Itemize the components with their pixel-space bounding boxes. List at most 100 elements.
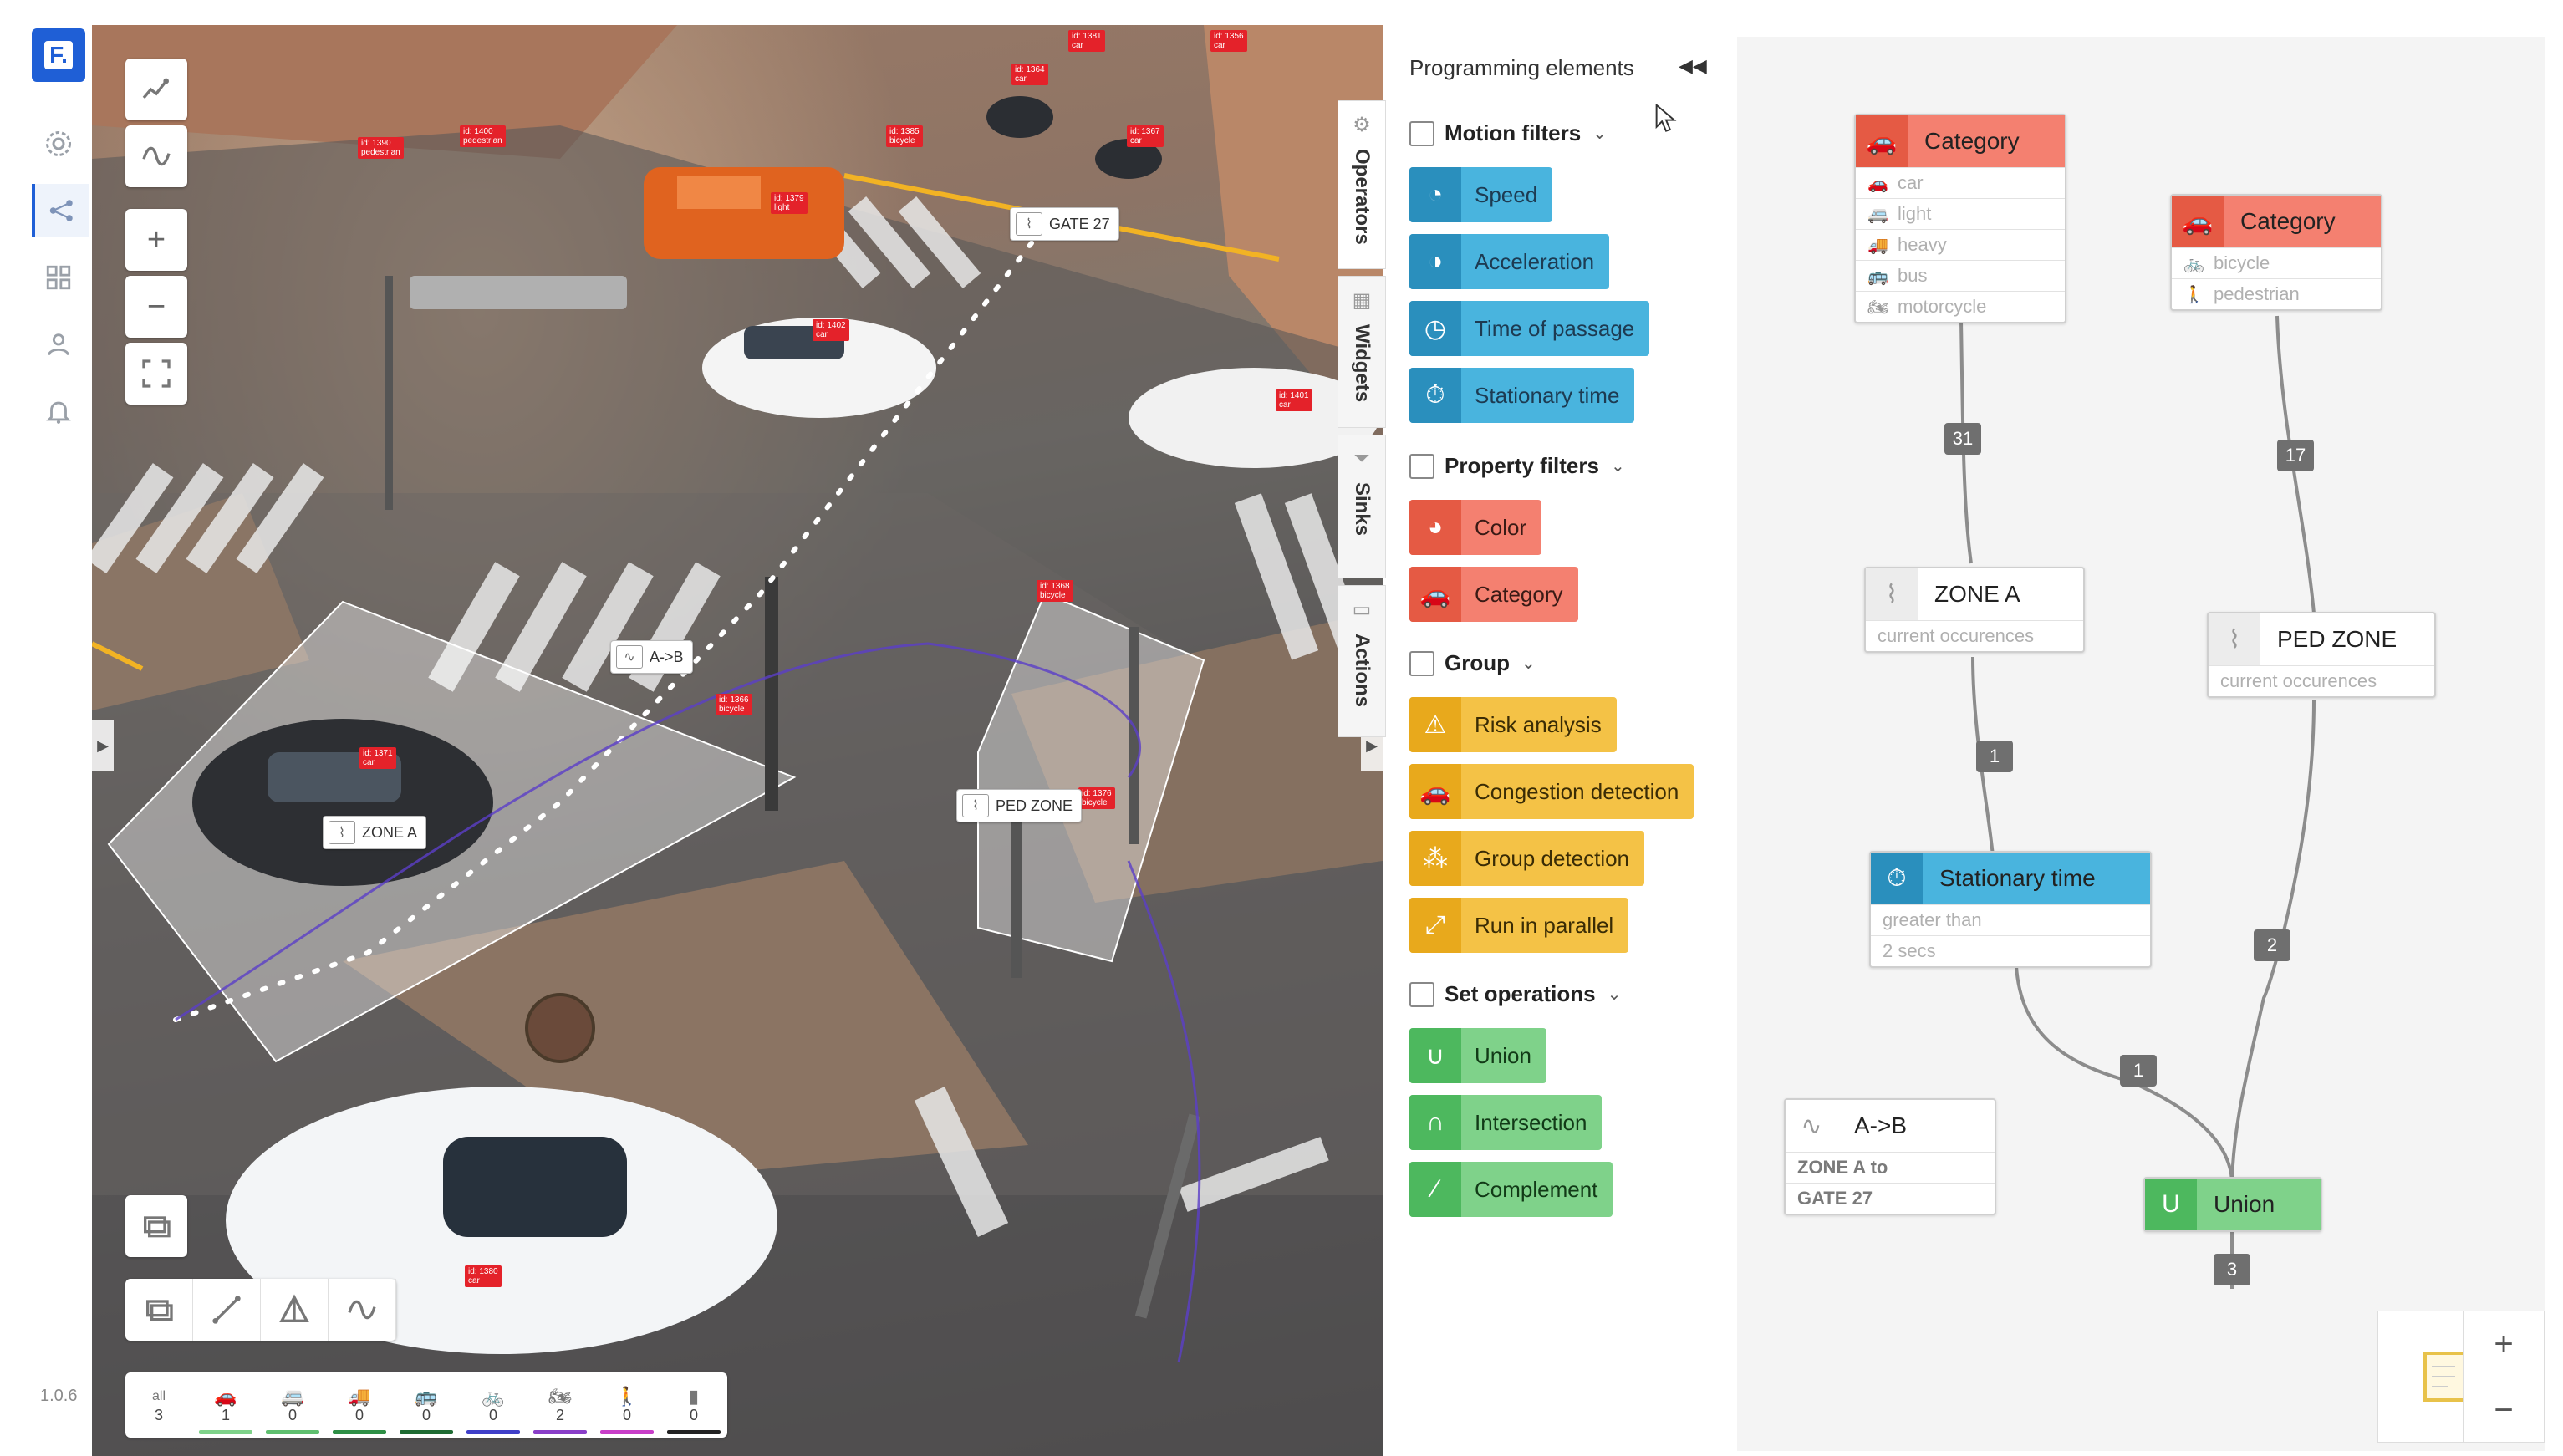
tab-sinks[interactable]: ⏷ Sinks (1338, 435, 1386, 578)
graph-zoom-in-button[interactable]: + (2464, 1311, 2544, 1377)
pedestrian-icon: 🚶 (2183, 285, 2204, 304)
object-tag[interactable]: id: 1376 bicycle (1078, 787, 1115, 809)
video-view[interactable]: id: 1390 pedestrian id: 1400 pedestrian … (92, 25, 1383, 1456)
object-tag[interactable]: id: 1400 pedestrian (460, 125, 506, 147)
object-tag[interactable]: id: 1385 bicycle (886, 125, 923, 147)
edge-count-badge: 1 (1976, 741, 2013, 772)
expand-left-arrow[interactable]: ▶ (92, 720, 114, 771)
object-tag[interactable]: id: 1380 car (465, 1265, 502, 1287)
zone-label-ab[interactable]: ∿ A->B (610, 640, 693, 674)
curve-tool-button[interactable] (125, 125, 187, 187)
object-tag[interactable]: id: 1367 car (1127, 125, 1164, 147)
tab-widgets[interactable]: ▦ Widgets (1338, 276, 1386, 428)
monitor-icon: ▭ (1352, 598, 1372, 621)
element-risk-analysis[interactable]: ⚠ Risk analysis (1409, 697, 1617, 752)
element-complement[interactable]: ⁄ Complement (1409, 1162, 1613, 1217)
element-speed[interactable]: ◔ Speed (1409, 167, 1553, 222)
graph-icon[interactable] (32, 184, 89, 237)
count-truck[interactable]: 🚚 0 (326, 1372, 393, 1438)
object-tag[interactable]: id: 1368 bicycle (1037, 580, 1073, 602)
edge-count-badge: 1 (2120, 1055, 2157, 1087)
node-row: 🚗 car (1856, 167, 2065, 198)
zoom-in-button[interactable]: + (125, 209, 187, 271)
node-zone-a[interactable]: ⌇ ZONE A current occurences (1864, 567, 2085, 653)
group-group[interactable]: Group ⌄ (1409, 650, 1536, 676)
app-logo[interactable]: F. (32, 28, 85, 82)
group-motion-filters[interactable]: Motion filters ⌄ (1409, 120, 1607, 146)
object-tag[interactable]: id: 1402 car (813, 319, 849, 341)
object-tag[interactable]: id: 1356 car (1210, 30, 1247, 52)
zone-icon: ⌇ (1866, 568, 1918, 620)
object-tag[interactable]: id: 1371 car (359, 747, 396, 769)
object-tag[interactable]: id: 1401 car (1276, 389, 1312, 411)
zone-icon: ⌇ (962, 794, 989, 817)
object-tag[interactable]: id: 1379 light (771, 192, 808, 214)
zone-label-ped-zone[interactable]: ⌇ PED ZONE (956, 789, 1083, 822)
count-bus[interactable]: 🚌 0 (393, 1372, 460, 1438)
node-stationary-time[interactable]: ⏱ Stationary time greater than 2 secs (1869, 851, 2152, 968)
group-title: Property filters (1445, 453, 1599, 478)
node-row: current occurences (2209, 665, 2434, 696)
triangle-tool[interactable] (261, 1279, 329, 1341)
node-a-to-b[interactable]: ∿ A->B ZONE A to GATE 27 (1784, 1098, 1996, 1215)
row-label: current occurences (1878, 625, 2035, 646)
layers-button[interactable] (125, 1195, 187, 1257)
group-set-operations[interactable]: Set operations ⌄ (1409, 981, 1621, 1007)
polygon-zone-tool[interactable] (125, 1279, 193, 1341)
object-tag[interactable]: id: 1364 car (1011, 64, 1048, 85)
object-tag[interactable]: id: 1366 bicycle (716, 694, 752, 715)
element-stationary-time[interactable]: ⏱ Stationary time (1409, 368, 1635, 423)
object-tag[interactable]: id: 1381 car (1068, 30, 1105, 52)
element-union[interactable]: ∪ Union (1409, 1028, 1546, 1083)
count-all[interactable]: all 3 (125, 1372, 192, 1438)
count-other[interactable]: ▮ 0 (660, 1372, 727, 1438)
node-category-soft[interactable]: 🚗 Category 🚲 bicycle 🚶 pedestrian (2170, 194, 2382, 311)
object-tag[interactable]: id: 1390 pedestrian (358, 137, 404, 159)
tab-label: Operators (1351, 149, 1373, 245)
gear-icon[interactable] (32, 117, 85, 171)
element-acceleration[interactable]: ◑ Acceleration (1409, 234, 1610, 289)
element-category[interactable]: 🚗 Category (1409, 567, 1578, 622)
element-label: Group detection (1475, 845, 1630, 871)
node-title: A->B (1854, 1112, 1908, 1138)
graph-canvas[interactable]: 🚗 Category 🚗 car 🚐 light 🚚 heavy 🚌 bus 🏍 motor… (1737, 37, 2545, 1451)
node-union[interactable]: U Union (2143, 1177, 2322, 1232)
zone-label-text: PED ZONE (996, 797, 1073, 814)
count-van[interactable]: 🚐 0 (259, 1372, 326, 1438)
element-group-detection[interactable]: ⁂ Group detection (1409, 831, 1645, 886)
count-car[interactable]: 🚗 1 (192, 1372, 259, 1438)
element-time-of-passage[interactable]: ◷ Time of passage (1409, 301, 1650, 356)
count-bicycle[interactable]: 🚲 0 (460, 1372, 527, 1438)
tab-operators[interactable]: ⚙ Operators (1338, 100, 1386, 269)
element-label: Speed (1475, 181, 1538, 207)
element-color[interactable]: ◕ Color (1409, 500, 1542, 555)
collapse-panel-icon[interactable]: ◀◀ (1679, 55, 1707, 77)
fullscreen-button[interactable] (125, 343, 187, 405)
intersection-icon: ∩ (1409, 1095, 1461, 1150)
element-run-in-parallel[interactable]: ⤢ Run in parallel (1409, 898, 1629, 953)
path-tool[interactable] (329, 1279, 396, 1341)
node-category-vehicles[interactable]: 🚗 Category 🚗 car 🚐 light 🚚 heavy 🚌 bus 🏍 motor… (1854, 114, 2066, 323)
line-tool[interactable] (193, 1279, 261, 1341)
zone-label-gate[interactable]: ⌇ GATE 27 (1010, 207, 1119, 241)
trajectory-tool-button[interactable] (125, 59, 187, 120)
group-property-filters[interactable]: Property filters ⌄ (1409, 453, 1625, 479)
row-label: pedestrian (2214, 283, 2300, 304)
count-pedestrian[interactable]: 🚶 0 (594, 1372, 660, 1438)
user-icon[interactable] (32, 318, 85, 371)
grid-icon[interactable] (32, 251, 85, 304)
node-ped-zone[interactable]: ⌇ PED ZONE current occurences (2207, 612, 2436, 698)
chevron-down-icon: ⌄ (1521, 654, 1536, 673)
clock-icon: ◷ (1409, 301, 1461, 356)
count-motorcycle[interactable]: 🏍 2 (527, 1372, 594, 1438)
funnel-icon: ⏷ (1353, 447, 1370, 470)
zoom-out-button[interactable]: − (125, 276, 187, 338)
zone-label-zone-a[interactable]: ⌇ ZONE A (323, 816, 427, 849)
bell-icon[interactable] (32, 384, 85, 438)
zone-label-text: ZONE A (362, 823, 418, 841)
minimap-icon (2423, 1352, 2467, 1402)
graph-zoom-out-button[interactable]: − (2464, 1377, 2544, 1443)
tab-actions[interactable]: ▭ Actions (1338, 585, 1386, 737)
element-congestion-detection[interactable]: 🚗 Congestion detection (1409, 764, 1694, 819)
element-intersection[interactable]: ∩ Intersection (1409, 1095, 1603, 1150)
